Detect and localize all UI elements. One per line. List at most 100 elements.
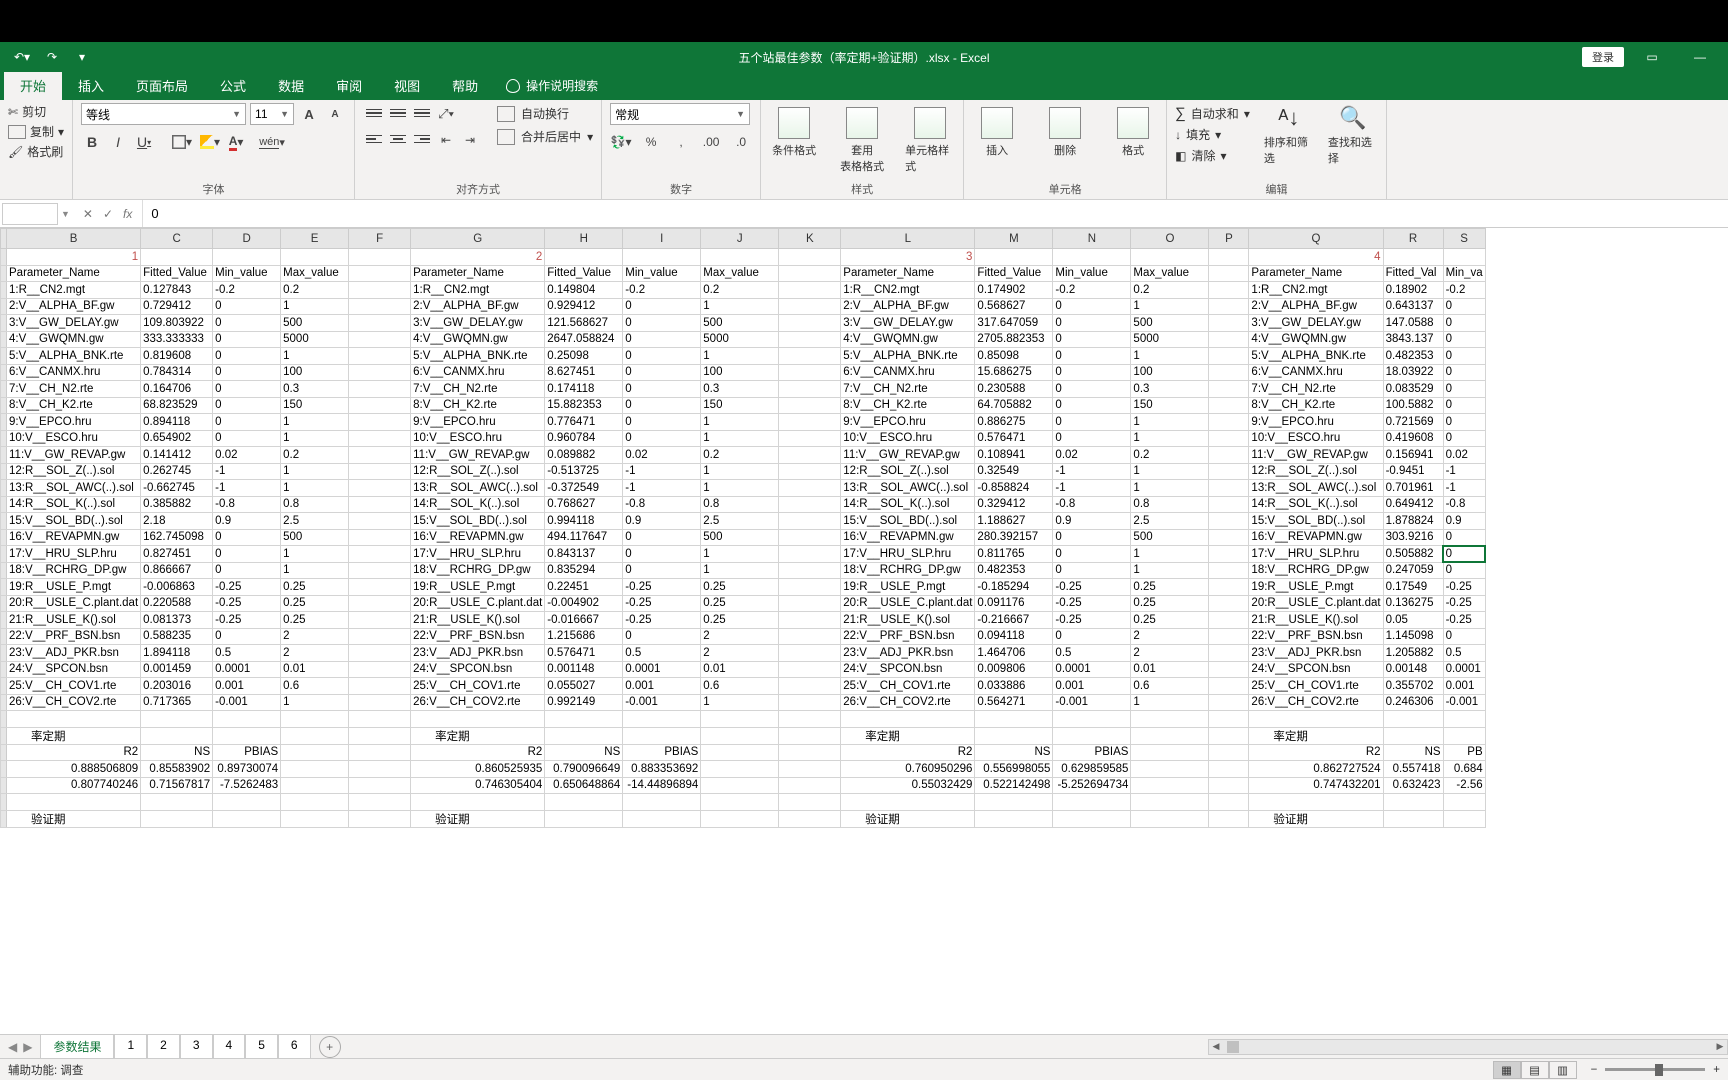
cell[interactable]: 0.6 (701, 678, 779, 695)
cell[interactable]: Max_value (1131, 265, 1209, 282)
cell[interactable] (1209, 447, 1249, 464)
cell[interactable]: 21:R__USLE_K().sol (411, 612, 545, 629)
cell[interactable] (779, 513, 841, 530)
cell[interactable]: 500 (281, 529, 349, 546)
cell[interactable] (623, 711, 701, 728)
fill-button[interactable]: ↓填充▾ (1175, 126, 1250, 143)
cell[interactable] (1209, 678, 1249, 695)
cell[interactable]: 0 (1053, 331, 1131, 348)
cell[interactable] (701, 810, 779, 827)
cell[interactable]: 14:R__SOL_K(..).sol (1249, 496, 1383, 513)
cell[interactable] (1249, 794, 1383, 811)
cell[interactable]: 0 (623, 348, 701, 365)
cell[interactable] (1209, 381, 1249, 398)
cell[interactable]: 率定期 (841, 727, 975, 744)
cell[interactable] (701, 249, 779, 266)
cell[interactable]: 0.9 (1053, 513, 1131, 530)
cell[interactable]: 150 (1131, 397, 1209, 414)
format-cells-button[interactable]: 格式 (1108, 107, 1158, 158)
cell[interactable] (545, 794, 623, 811)
cell[interactable] (1053, 249, 1131, 266)
cell[interactable]: 0 (623, 529, 701, 546)
cell[interactable]: 1.188627 (975, 513, 1053, 530)
cell[interactable]: 3:V__GW_DELAY.gw (7, 315, 141, 332)
cell[interactable] (281, 711, 349, 728)
increase-decimal-button[interactable]: .00 (700, 131, 722, 153)
cell[interactable]: 6:V__CANMX.hru (411, 364, 545, 381)
cell[interactable] (975, 794, 1053, 811)
cell[interactable]: 0.25 (281, 595, 349, 612)
fx-button[interactable]: fx (123, 207, 132, 221)
cell[interactable] (141, 727, 213, 744)
cell[interactable]: 5:V__ALPHA_BNK.rte (411, 348, 545, 365)
cell[interactable] (779, 810, 841, 827)
column-header[interactable]: L (841, 229, 975, 249)
cell[interactable]: 0 (213, 298, 281, 315)
cell[interactable] (281, 810, 349, 827)
cell[interactable]: 2:V__ALPHA_BF.gw (411, 298, 545, 315)
cell[interactable]: 15:V__SOL_BD(..).sol (841, 513, 975, 530)
column-header[interactable]: I (623, 229, 701, 249)
cell[interactable] (1443, 794, 1485, 811)
wrap-text-button[interactable]: 自动换行 (497, 105, 593, 122)
cell[interactable]: 1:R__CN2.mgt (841, 282, 975, 299)
cell[interactable]: 0.001 (213, 678, 281, 695)
cell[interactable]: 0.556998055 (975, 761, 1053, 778)
cell[interactable]: 3843.137 (1383, 331, 1443, 348)
cell[interactable]: -0.001 (1053, 694, 1131, 711)
cell[interactable]: 7:V__CH_N2.rte (7, 381, 141, 398)
sheet-tab[interactable]: 2 (147, 1034, 180, 1060)
cell[interactable] (1383, 810, 1443, 827)
login-button[interactable]: 登录 (1582, 47, 1624, 67)
cell[interactable]: 0 (213, 348, 281, 365)
cell[interactable]: 0.18902 (1383, 282, 1443, 299)
cell[interactable]: 0.001 (1443, 678, 1485, 695)
cell[interactable]: 14:R__SOL_K(..).sol (841, 496, 975, 513)
cell[interactable]: 0 (623, 331, 701, 348)
cell[interactable] (1443, 249, 1485, 266)
cell[interactable] (975, 727, 1053, 744)
cell[interactable] (349, 430, 411, 447)
cell[interactable]: -0.8 (1053, 496, 1131, 513)
underline-button[interactable]: U▾ (133, 131, 155, 153)
cell[interactable]: 6:V__CANMX.hru (1249, 364, 1383, 381)
cell[interactable]: 0.632423 (1383, 777, 1443, 794)
cell[interactable] (349, 678, 411, 695)
cell[interactable]: 1 (1131, 348, 1209, 365)
cell[interactable]: 0 (213, 529, 281, 546)
cell[interactable]: 0.8 (1131, 496, 1209, 513)
cell[interactable]: 0.55032429 (841, 777, 975, 794)
cell[interactable] (349, 331, 411, 348)
cell[interactable]: 1 (701, 414, 779, 431)
cell[interactable]: -0.25 (1053, 612, 1131, 629)
cell[interactable]: 0.108941 (975, 447, 1053, 464)
cell[interactable] (213, 794, 281, 811)
cell[interactable] (779, 744, 841, 761)
cell[interactable]: 0.843137 (545, 546, 623, 563)
cell[interactable]: 8:V__CH_K2.rte (1249, 397, 1383, 414)
cell[interactable] (779, 480, 841, 497)
cell[interactable]: 12:R__SOL_Z(..).sol (1249, 463, 1383, 480)
cell[interactable]: 0 (213, 546, 281, 563)
cell[interactable]: 0.71567817 (141, 777, 213, 794)
cell[interactable]: 0.156941 (1383, 447, 1443, 464)
cell[interactable] (779, 282, 841, 299)
tab-layout[interactable]: 页面布局 (120, 70, 204, 100)
cell[interactable]: 19:R__USLE_P.mgt (841, 579, 975, 596)
cell[interactable]: 0.089882 (545, 447, 623, 464)
cell[interactable]: 0 (1053, 381, 1131, 398)
cell[interactable] (349, 579, 411, 596)
cell[interactable] (779, 694, 841, 711)
cell[interactable]: 2 (1131, 645, 1209, 662)
cell[interactable]: -0.185294 (975, 579, 1053, 596)
align-top-button[interactable] (363, 103, 385, 123)
cell[interactable] (1209, 761, 1249, 778)
cell[interactable]: -1 (623, 480, 701, 497)
cell[interactable] (779, 661, 841, 678)
cell[interactable]: 13:R__SOL_AWC(..).sol (7, 480, 141, 497)
cell[interactable]: 0 (1443, 430, 1485, 447)
cell[interactable]: 0.5 (623, 645, 701, 662)
cell[interactable]: 150 (281, 397, 349, 414)
cell[interactable] (1209, 579, 1249, 596)
cell[interactable]: 0 (1053, 364, 1131, 381)
